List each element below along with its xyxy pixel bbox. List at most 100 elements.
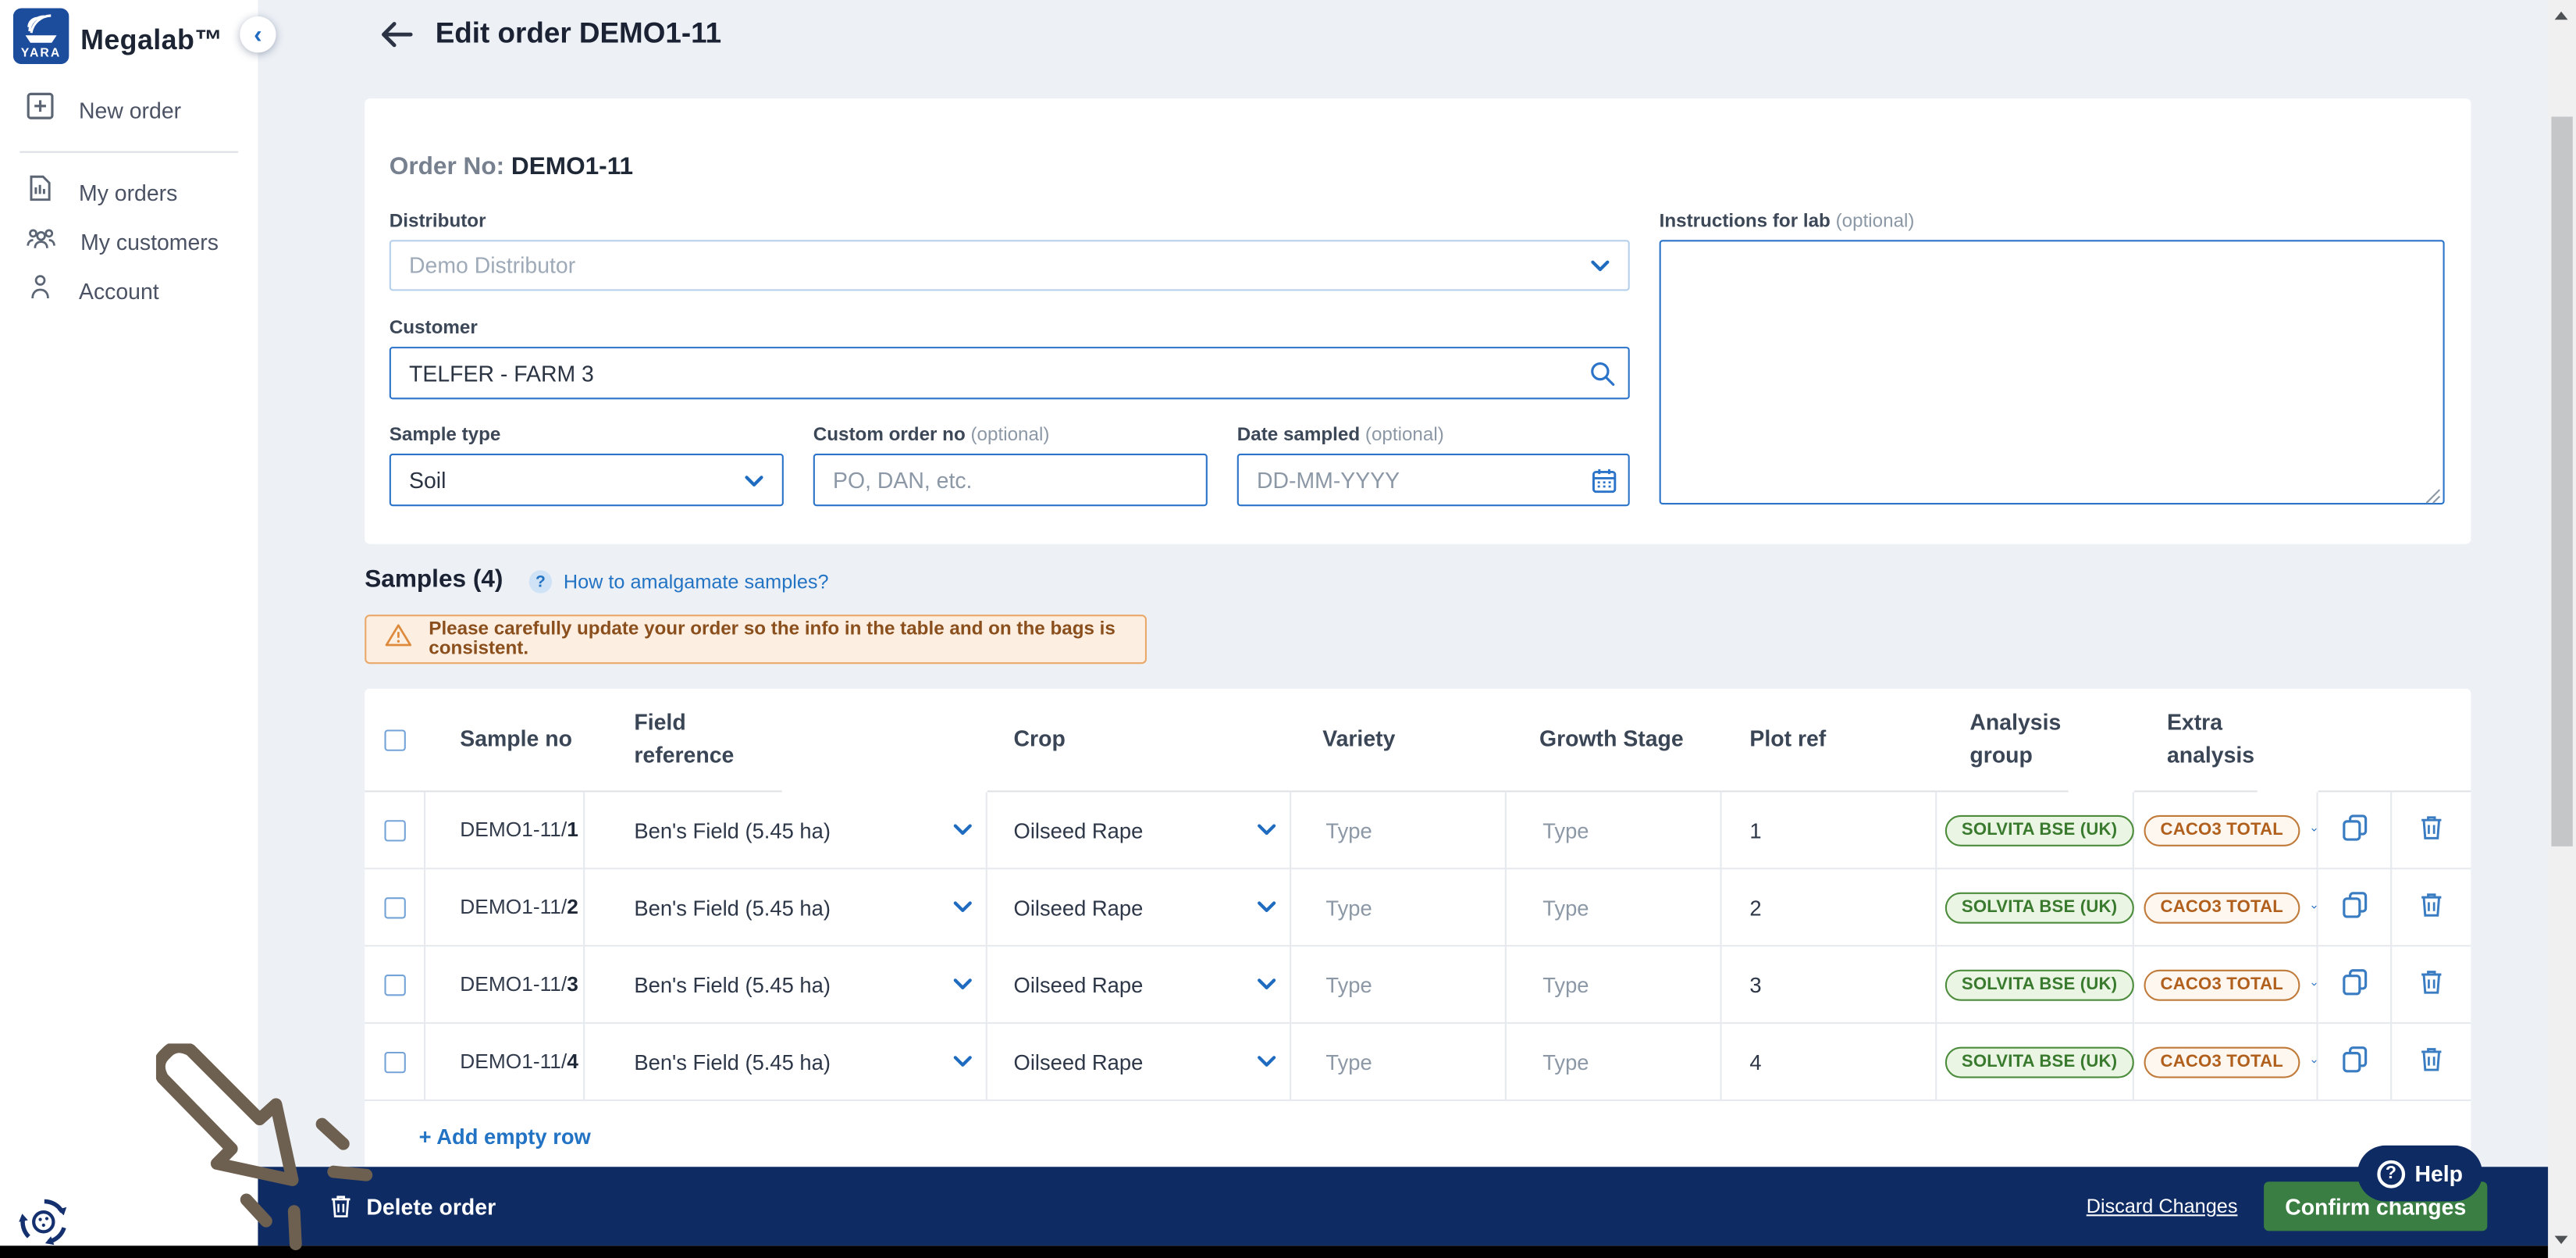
- distributor-select[interactable]: Demo Distributor: [389, 240, 1630, 291]
- custom-order-label-text: Custom order no: [813, 426, 966, 446]
- plot-ref-value[interactable]: 3: [1721, 946, 1937, 1025]
- growth-stage-input[interactable]: [1539, 815, 1700, 844]
- scrollbar-down-arrow[interactable]: [2554, 1235, 2568, 1245]
- warning-banner: Please carefully update your order so th…: [365, 615, 1147, 665]
- custom-order-input[interactable]: [813, 453, 1208, 507]
- back-button[interactable]: [378, 18, 414, 59]
- order-no-label: Order No:: [389, 152, 505, 181]
- vertical-scrollbar[interactable]: [2548, 0, 2576, 1258]
- chevron-down-icon: [2311, 1060, 2317, 1064]
- calendar-icon[interactable]: [1590, 467, 1618, 503]
- app-window: YARA Megalab™ ‹ New order My orders My c…: [0, 0, 2576, 1258]
- copy-icon: [2342, 1046, 2367, 1073]
- sidebar-item-my-orders[interactable]: My orders: [0, 168, 258, 217]
- table-row: DEMO1-11/3 Ben's Field (5.45 ha) Oilseed…: [365, 946, 2471, 1025]
- extra-analysis-select[interactable]: CACO3 TOTAL: [2133, 1024, 2318, 1102]
- row-checkbox[interactable]: [383, 896, 405, 918]
- analysis-group-select[interactable]: SOLVITA BSE (UK): [1937, 869, 2134, 947]
- field-reference-select[interactable]: Ben's Field (5.45 ha): [634, 818, 973, 843]
- analysis-group-select[interactable]: SOLVITA BSE (UK): [1937, 1024, 2134, 1102]
- analysis-group-select[interactable]: SOLVITA BSE (UK): [1937, 946, 2134, 1025]
- row-checkbox[interactable]: [383, 819, 405, 841]
- row-checkbox[interactable]: [383, 1050, 405, 1073]
- select-all-checkbox[interactable]: [384, 729, 406, 750]
- customers-people-icon: [27, 223, 56, 259]
- scrollbar-thumb[interactable]: [2551, 116, 2573, 846]
- extra-analysis-badge: CACO3 TOTAL: [2144, 814, 2300, 846]
- crop-select[interactable]: Oilseed Rape: [1014, 895, 1277, 920]
- variety-input[interactable]: [1322, 815, 1485, 844]
- row-checkbox[interactable]: [383, 973, 405, 996]
- sample-type-select[interactable]: Soil: [389, 453, 784, 507]
- chevron-down-icon: [2311, 828, 2317, 832]
- sidebar-item-my-customers[interactable]: My customers: [0, 217, 258, 266]
- chevron-down-icon: [1590, 253, 1610, 278]
- delete-row-button[interactable]: [2418, 968, 2445, 1001]
- crop-select[interactable]: Oilseed Rape: [1014, 1050, 1277, 1074]
- chevron-down-icon: [953, 978, 972, 989]
- add-empty-row-button[interactable]: + Add empty row: [419, 1124, 591, 1149]
- field-reference-select[interactable]: Ben's Field (5.45 ha): [634, 895, 973, 920]
- crop-select[interactable]: Oilseed Rape: [1014, 818, 1277, 843]
- column-header-extra-analysis: Extra analysis: [2133, 689, 2258, 793]
- cookie-settings-button[interactable]: [16, 1195, 70, 1257]
- discard-changes-link[interactable]: Discard Changes: [2087, 1167, 2238, 1246]
- duplicate-row-button[interactable]: [2340, 1046, 2368, 1078]
- extra-analysis-select[interactable]: CACO3 TOTAL: [2133, 869, 2318, 947]
- field-reference-select[interactable]: Ben's Field (5.45 ha): [634, 1050, 973, 1074]
- duplicate-row-button[interactable]: [2340, 968, 2368, 1001]
- delete-row-button[interactable]: [2418, 891, 2445, 924]
- field-reference-select[interactable]: Ben's Field (5.45 ha): [634, 972, 973, 996]
- trash-icon: [2421, 1048, 2442, 1071]
- samples-table-card: Sample no Field reference Crop Variety G…: [365, 688, 2471, 1167]
- cookie-consent-icon: [19, 1199, 67, 1246]
- search-icon[interactable]: [1589, 360, 1617, 396]
- instructions-textarea[interactable]: [1659, 240, 2445, 505]
- sidebar-collapse-button[interactable]: ‹: [240, 16, 276, 53]
- sidebar-item-new-order[interactable]: New order: [0, 85, 258, 134]
- table-row: DEMO1-11/4 Ben's Field (5.45 ha) Oilseed…: [365, 1024, 2471, 1102]
- duplicate-row-button[interactable]: [2340, 814, 2368, 846]
- growth-stage-input[interactable]: [1539, 970, 1700, 999]
- variety-input[interactable]: [1322, 1047, 1485, 1076]
- sample-no: DEMO1-11/2: [460, 896, 578, 919]
- plot-ref-value[interactable]: 1: [1721, 792, 1937, 870]
- variety-input[interactable]: [1322, 970, 1485, 999]
- duplicate-row-button[interactable]: [2340, 891, 2368, 924]
- date-sampled-input[interactable]: [1236, 453, 1630, 507]
- distributor-label: Distributor: [389, 212, 486, 232]
- growth-stage-input[interactable]: [1539, 893, 1700, 921]
- svg-text:YARA: YARA: [21, 47, 62, 60]
- amalgamate-help-label: How to amalgamate samples?: [563, 570, 829, 593]
- sidebar-divider: [20, 151, 239, 153]
- customer-input[interactable]: [389, 347, 1630, 400]
- delete-row-button[interactable]: [2418, 814, 2445, 846]
- growth-stage-input[interactable]: [1539, 1047, 1700, 1076]
- amalgamate-help-link[interactable]: ? How to amalgamate samples?: [528, 570, 829, 593]
- delete-row-button[interactable]: [2418, 1046, 2445, 1078]
- extra-analysis-select[interactable]: CACO3 TOTAL: [2133, 946, 2318, 1025]
- crop-select[interactable]: Oilseed Rape: [1014, 972, 1277, 996]
- extra-analysis-select[interactable]: CACO3 TOTAL: [2133, 792, 2318, 870]
- analysis-group-badge: SOLVITA BSE (UK): [1944, 814, 2134, 846]
- analysis-group-select[interactable]: SOLVITA BSE (UK): [1937, 792, 2134, 870]
- instructions-label-text: Instructions for lab: [1659, 212, 1831, 232]
- sidebar-item-label: Account: [79, 278, 159, 304]
- chevron-down-icon: [953, 1056, 972, 1067]
- samples-section-title: Samples (4): [365, 565, 503, 593]
- sidebar-item-account[interactable]: Account: [0, 266, 258, 315]
- scrollbar-up-arrow[interactable]: [2554, 11, 2568, 20]
- plot-ref-value[interactable]: 2: [1721, 869, 1937, 947]
- plot-ref-value[interactable]: 4: [1721, 1024, 1937, 1102]
- table-row: DEMO1-11/2 Ben's Field (5.45 ha) Oilseed…: [365, 869, 2471, 947]
- warning-triangle-icon: [384, 623, 412, 656]
- trash-icon: [2421, 971, 2442, 994]
- resize-handle-icon[interactable]: [2423, 483, 2441, 513]
- sample-type-label: Sample type: [389, 426, 501, 446]
- order-no: Order No: DEMO1-11: [390, 153, 633, 181]
- sample-type-value: Soil: [409, 467, 447, 493]
- help-button[interactable]: ? Help: [2357, 1145, 2483, 1202]
- column-header-sample-no: Sample no: [425, 689, 585, 793]
- variety-input[interactable]: [1322, 893, 1485, 921]
- date-sampled-label: Date sampled (optional): [1237, 426, 1444, 445]
